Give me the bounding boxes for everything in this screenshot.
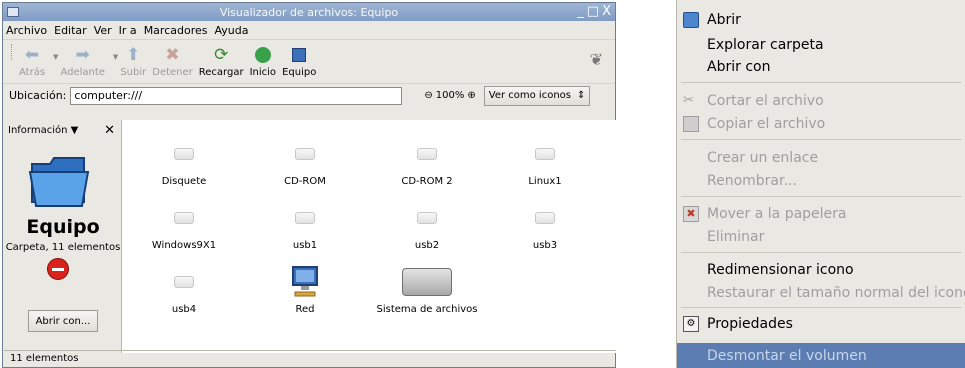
item-usb4[interactable]: usb4 bbox=[124, 266, 244, 315]
spin-arrows-icon: ⇕ bbox=[577, 90, 586, 101]
reload-button[interactable]: ⟳ Recargar bbox=[199, 44, 244, 78]
icon-view: Disquete CD-ROM CD-ROM 2 Linux1 Windows9… bbox=[122, 120, 616, 353]
file-manager-window: Visualizador de archivos: Equipo _ □ X A… bbox=[2, 2, 616, 368]
menu-item-restaurar-tamano[interactable]: Restaurar el tamaño normal del icono bbox=[677, 281, 965, 305]
menu-item-eliminar[interactable]: Eliminar bbox=[677, 225, 965, 249]
drive-icon bbox=[367, 138, 487, 170]
scissors-icon: ✂ bbox=[683, 93, 694, 108]
close-button[interactable]: X bbox=[602, 4, 611, 19]
drive-icon bbox=[485, 138, 605, 170]
open-with-button[interactable]: Abrir con... bbox=[28, 310, 98, 332]
view-mode-select[interactable]: Ver como iconos ⇕ bbox=[483, 85, 591, 106]
drive-icon bbox=[245, 138, 365, 170]
home-button[interactable]: Inicio bbox=[250, 44, 276, 78]
forward-button[interactable]: ➡ Adelante bbox=[60, 44, 104, 78]
zoom-control: ⊖ 100% ⊕ bbox=[424, 90, 475, 101]
item-sistema-de-archivos[interactable]: Sistema de archivos bbox=[367, 266, 487, 315]
drive-icon bbox=[367, 202, 487, 234]
menu-item-explorar-carpeta[interactable]: Explorar carpeta bbox=[677, 33, 965, 57]
item-cdrom[interactable]: CD-ROM bbox=[245, 138, 365, 187]
back-history-dropdown[interactable]: ▼ bbox=[53, 53, 58, 61]
menu-ayuda[interactable]: Ayuda bbox=[214, 24, 248, 37]
item-usb1[interactable]: usb1 bbox=[245, 202, 365, 251]
forward-arrow-icon: ➡ bbox=[75, 45, 90, 65]
drive-icon bbox=[245, 202, 365, 234]
menu-item-mover-papelera[interactable]: ✖ Mover a la papelera bbox=[677, 202, 965, 226]
back-arrow-icon: ⬅ bbox=[24, 45, 40, 65]
title-bar[interactable]: Visualizador de archivos: Equipo _ □ X bbox=[3, 3, 615, 21]
folder-open-icon bbox=[683, 12, 699, 28]
menu-item-renombrar[interactable]: Renombrar... bbox=[677, 169, 965, 193]
location-bar: Ubicación: computer:/// ⊖ 100% ⊕ Ver com… bbox=[3, 83, 615, 107]
forward-history-dropdown[interactable]: ▼ bbox=[113, 53, 118, 61]
throbber-icon: ❦ bbox=[589, 50, 603, 69]
menu-separator bbox=[681, 196, 961, 197]
item-usb3[interactable]: usb3 bbox=[485, 202, 605, 251]
maximize-button[interactable]: □ bbox=[587, 4, 599, 19]
menu-separator bbox=[681, 307, 961, 308]
menu-item-abrir-con[interactable]: Abrir con bbox=[677, 55, 965, 79]
reload-icon: ⟳ bbox=[214, 45, 229, 65]
item-linux1[interactable]: Linux1 bbox=[485, 138, 605, 187]
menu-editar[interactable]: Editar bbox=[54, 24, 87, 37]
item-windows9x1[interactable]: Windows9X1 bbox=[124, 202, 244, 251]
zoom-level[interactable]: 100% bbox=[436, 90, 465, 101]
sidebar-title: Equipo bbox=[26, 216, 100, 238]
computer-button[interactable]: Equipo bbox=[282, 44, 316, 78]
menu-item-redimensionar-icono[interactable]: Redimensionar icono bbox=[677, 258, 965, 282]
home-icon bbox=[254, 44, 271, 66]
up-arrow-icon: ⬆ bbox=[126, 45, 141, 65]
sidebar-close-icon[interactable]: ✕ bbox=[104, 123, 115, 138]
item-cdrom-2[interactable]: CD-ROM 2 bbox=[367, 138, 487, 187]
up-button[interactable]: ⬆ Subir bbox=[120, 44, 146, 78]
menu-item-crear-enlace[interactable]: Crear un enlace bbox=[677, 146, 965, 170]
trash-icon: ✖ bbox=[683, 206, 699, 222]
properties-icon: ⚙ bbox=[683, 316, 699, 332]
sidebar-subtitle: Carpeta, 11 elementos bbox=[5, 242, 121, 253]
content-area: Información ▼ ✕ Equipo Carpeta, 11 eleme… bbox=[4, 120, 616, 353]
menu-separator bbox=[681, 139, 961, 140]
computer-icon bbox=[292, 44, 307, 66]
menu-archivo[interactable]: Archivo bbox=[6, 24, 47, 37]
sidebar: Información ▼ ✕ Equipo Carpeta, 11 eleme… bbox=[4, 120, 122, 353]
menu-bar: Archivo Editar Ver Ir a Marcadores Ayuda bbox=[3, 21, 615, 39]
sidebar-header: Información ▼ ✕ bbox=[4, 120, 121, 140]
copy-icon bbox=[683, 116, 699, 132]
harddisk-icon bbox=[367, 266, 487, 298]
status-bar: 11 elementos bbox=[4, 350, 616, 366]
location-label: Ubicación: bbox=[9, 89, 67, 102]
menu-item-copiar[interactable]: Copiar el archivo bbox=[677, 112, 965, 136]
item-disquete[interactable]: Disquete bbox=[124, 138, 244, 187]
drive-icon bbox=[124, 266, 244, 298]
sidebar-selector[interactable]: Información ▼ bbox=[8, 125, 78, 136]
item-usb2[interactable]: usb2 bbox=[367, 202, 487, 251]
stop-x-icon: ✖ bbox=[165, 45, 180, 65]
drive-icon bbox=[124, 202, 244, 234]
menu-ir-a[interactable]: Ir a bbox=[119, 24, 137, 37]
no-entry-emblem-icon bbox=[47, 258, 69, 280]
minimize-button[interactable]: _ bbox=[577, 4, 584, 19]
menu-separator bbox=[681, 82, 961, 83]
location-input[interactable]: computer:/// bbox=[70, 86, 403, 105]
drive-icon bbox=[485, 202, 605, 234]
menu-item-desmontar-volumen[interactable]: Desmontar el volumen bbox=[677, 343, 965, 368]
toolbar-gripper[interactable] bbox=[11, 44, 13, 60]
menu-ver[interactable]: Ver bbox=[94, 24, 112, 37]
menu-marcadores[interactable]: Marcadores bbox=[144, 24, 208, 37]
menu-item-abrir[interactable]: Abrir bbox=[677, 8, 965, 32]
zoom-in-icon[interactable]: ⊕ bbox=[467, 90, 475, 101]
menu-item-cortar[interactable]: ✂ Cortar el archivo bbox=[677, 89, 965, 113]
menu-separator bbox=[681, 252, 961, 253]
network-icon bbox=[245, 266, 365, 298]
menu-item-propiedades[interactable]: ⚙ Propiedades bbox=[677, 312, 965, 336]
zoom-out-icon[interactable]: ⊖ bbox=[424, 90, 432, 101]
item-red[interactable]: Red bbox=[245, 266, 365, 315]
context-menu: Abrir Explorar carpeta Abrir con ✂ Corta… bbox=[676, 0, 965, 368]
toolbar: ⬅ Atrás ▼ ➡ Adelante ▼ ⬆ Subir ✖ Detener… bbox=[3, 39, 615, 83]
back-button[interactable]: ⬅ Atrás bbox=[19, 44, 45, 78]
folder-icon bbox=[26, 150, 92, 212]
drive-icon bbox=[124, 138, 244, 170]
window-title: Visualizador de archivos: Equipo bbox=[219, 5, 399, 19]
stop-button[interactable]: ✖ Detener bbox=[152, 44, 193, 78]
